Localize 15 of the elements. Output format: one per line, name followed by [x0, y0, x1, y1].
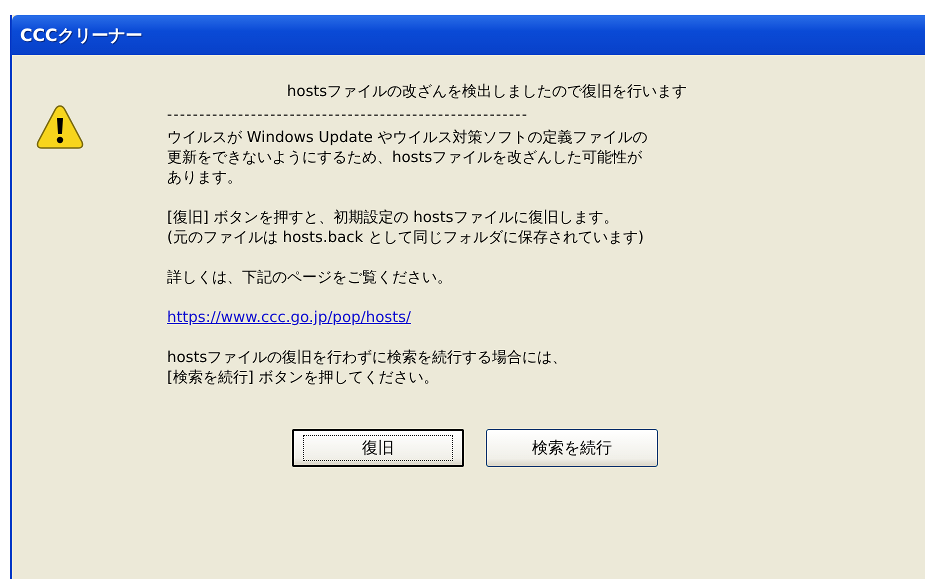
- dashed-separator: --------------------------------------------------------: [167, 109, 528, 121]
- restore-button[interactable]: 復旧: [292, 429, 464, 467]
- message-line: 詳しくは、下記のページをご覧ください。: [167, 267, 452, 287]
- message-line: hostsファイルの復旧を行わずに検索を続行する場合には、: [167, 347, 568, 367]
- warning-icon: [35, 103, 85, 151]
- window-title: CCCクリーナー: [20, 24, 142, 46]
- message-line: [検索を続行] ボタンを押してください。: [167, 367, 438, 387]
- help-link[interactable]: https://www.ccc.go.jp/pop/hosts/: [167, 308, 411, 326]
- message-line: [復旧] ボタンを押すと、初期設定の hostsファイルに復旧します。: [167, 207, 618, 227]
- message-heading: hostsファイルの改ざんを検出しましたので復旧を行います: [286, 81, 688, 101]
- continue-search-button[interactable]: 検索を続行: [486, 429, 658, 467]
- message-line: 更新をできないようにするため、hostsファイルを改ざんした可能性が: [167, 147, 642, 167]
- message-line: ウイルスが Windows Update やウイルス対策ソフトの定義ファイルの: [167, 127, 648, 147]
- message-line: あります。: [167, 167, 242, 187]
- message-line: (元のファイルは hosts.back として同じフォルダに保存されています): [167, 227, 644, 247]
